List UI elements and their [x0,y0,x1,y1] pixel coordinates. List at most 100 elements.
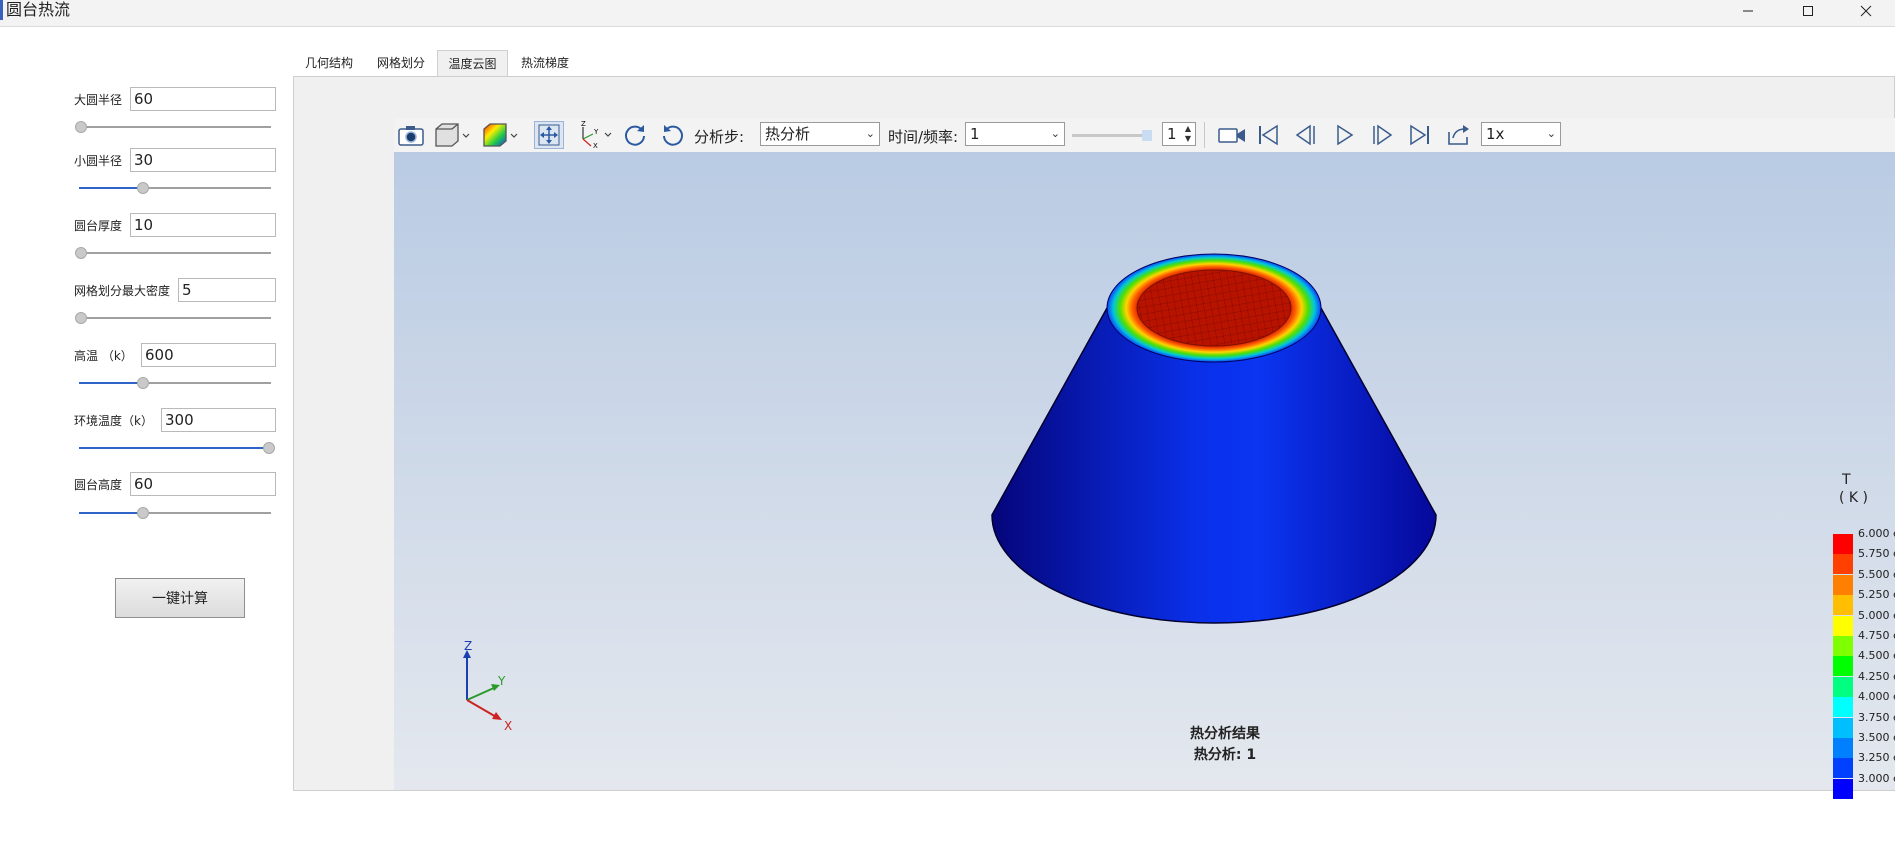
legend-swatch [1833,574,1853,595]
toolbar-divider [1204,122,1205,148]
close-icon [1860,5,1872,17]
legend-swatch [1833,554,1853,575]
slider-knob[interactable] [137,182,150,194]
thickness-input[interactable]: 10 [130,213,276,237]
parameter-sidebar: 大圆半径 60 小圆半径 30 圆台厚度 10 网格划分最大密度 5 高温 （k… [0,26,290,867]
param-label: 大圆半径 [74,93,123,107]
playback-speed-select[interactable]: 1x ⌄ [1481,122,1561,146]
legend-label: 4.000 e [1858,690,1895,704]
last-frame-button[interactable] [1406,121,1434,149]
axes-view-button[interactable]: ZYX [574,121,614,149]
svg-text:Y: Y [593,128,599,136]
analysis-step-select[interactable]: 热分析 ⌄ [760,122,880,146]
large-radius-slider[interactable] [75,121,271,133]
legend-swatch [1833,738,1853,758]
record-button[interactable] [1216,121,1248,149]
rotate-ccw-button[interactable] [658,121,688,149]
axis-triad: Z Y X [463,640,512,730]
play-button[interactable] [1330,121,1358,149]
slider-knob[interactable] [137,507,150,519]
close-button[interactable] [1843,0,1889,22]
view-cube-button[interactable] [432,121,472,149]
legend-swatch [1833,778,1853,799]
mesh-density-slider[interactable] [75,312,271,324]
next-frame-button[interactable] [1368,121,1396,149]
legend-swatch [1833,534,1853,554]
legend-swatch [1833,758,1853,779]
axis-x-label: X [504,719,512,730]
axis-y-label: Y [497,674,506,688]
svg-text:Z: Z [581,121,586,128]
pan-button[interactable] [534,121,564,149]
compute-button[interactable]: 一键计算 [115,578,245,618]
screenshot-button[interactable] [396,121,426,149]
legend-label: 3.500 e [1858,731,1895,744]
playback-speed-value: 1x [1486,125,1505,143]
legend-label: 4.250 e [1858,669,1895,683]
param-label: 圆台高度 [74,478,123,492]
play-icon [1337,124,1354,146]
render-viewport[interactable]: Z Y X [394,152,1895,790]
tab-heat-flux[interactable]: 热流梯度 [510,50,580,76]
move-icon [538,124,560,146]
cube-view-icon [435,123,470,147]
legend-label: 4.750 e [1858,629,1895,642]
svg-text:X: X [593,142,598,149]
frame-value: 1 [1167,125,1177,143]
maximize-button[interactable] [1785,0,1831,22]
legend-swatch [1833,676,1853,697]
param-label: 圆台厚度 [74,219,123,233]
high-temp-input[interactable]: 600 [141,343,276,367]
prev-frame-button[interactable] [1292,121,1320,149]
slider-knob[interactable] [137,377,150,389]
param-label: 网格划分最大密度 [74,284,171,298]
first-frame-icon [1259,124,1278,146]
tab-mesh[interactable]: 网格划分 [366,50,436,76]
tab-geometry[interactable]: 几何结构 [294,50,364,76]
high-temp-slider[interactable] [79,377,271,389]
first-frame-button[interactable] [1254,121,1282,149]
height-input[interactable]: 60 [130,472,276,496]
maximize-icon [1803,6,1813,16]
export-icon [1448,125,1469,145]
minimize-button[interactable] [1725,0,1771,22]
time-frequency-select[interactable]: 1 ⌄ [965,122,1065,146]
frame-spinbox[interactable]: 1 ▲ ▼ [1162,122,1196,146]
slider-knob[interactable] [75,247,87,259]
axis-z-label: Z [464,640,472,653]
slider-knob[interactable] [75,312,87,324]
legend-label: 6.000 e [1858,527,1895,540]
frame-slider[interactable] [1072,130,1152,141]
legend-variable: T [1842,472,1851,488]
slider-knob[interactable] [263,442,275,454]
chevron-down-icon: ⌄ [865,127,875,140]
small-radius-input[interactable]: 30 [130,148,276,172]
viewer-toolbar: ZYX 分析步: 热分析 ⌄ 时间/频率: 1 ⌄ 1 ▲ ▼ 1x ⌄ [394,118,1895,152]
legend-swatch [1833,697,1853,718]
ambient-temp-slider[interactable] [79,442,275,454]
legend-label: 3.000 e [1858,771,1895,785]
frustum-model [991,253,1437,624]
frame-slider-knob[interactable] [1142,130,1152,141]
legend-swatch [1833,636,1853,656]
chevron-down-icon: ⌄ [1050,127,1060,140]
camera-icon [398,126,424,146]
legend-label: 5.500 e [1858,567,1895,581]
color-map-button[interactable] [480,121,520,149]
legend-label: 5.000 e [1858,608,1895,622]
rotate-cw-icon [625,125,645,146]
tab-temperature-contour[interactable]: 温度云图 [437,50,508,76]
ambient-temp-input[interactable]: 300 [161,408,276,432]
rotate-cw-button[interactable] [620,121,650,149]
legend-swatch [1833,717,1853,738]
export-button[interactable] [1444,121,1472,149]
height-slider[interactable] [79,507,271,519]
large-radius-input[interactable]: 60 [130,87,276,111]
slider-knob[interactable] [75,121,87,133]
analysis-step-label: 分析步: [694,128,745,146]
mesh-density-input[interactable]: 5 [178,278,276,302]
thickness-slider[interactable] [75,247,271,259]
last-frame-icon [1410,124,1429,146]
small-radius-slider[interactable] [79,182,271,194]
rotate-ccw-icon [663,125,683,146]
